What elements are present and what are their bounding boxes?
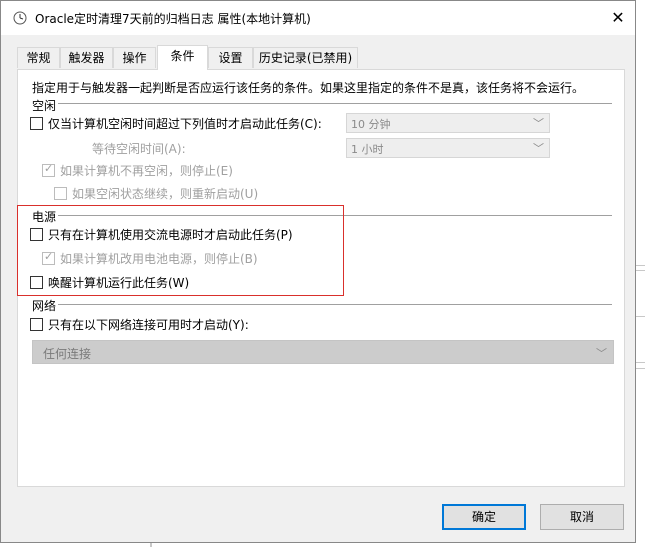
background-divider <box>636 270 645 271</box>
restart-if-idle-label[interactable]: 如果空闲状态继续，则重新启动(U) <box>72 185 258 202</box>
start-if-idle-checkbox[interactable] <box>30 117 43 130</box>
tab-settings[interactable]: 设置 <box>208 47 253 68</box>
chevron-down-icon: ﹀ <box>533 142 544 155</box>
wait-duration-value: 1 小时 <box>351 143 384 156</box>
check-icon: ✓ <box>44 162 54 175</box>
background-divider <box>636 265 645 266</box>
network-connection-value: 任何连接 <box>43 347 92 361</box>
idle-group-divider <box>58 103 612 104</box>
network-group-divider <box>58 304 612 305</box>
clock-icon <box>13 11 27 25</box>
tab-history[interactable]: 历史记录(已禁用) <box>253 47 358 68</box>
idle-group-label: 空闲 <box>32 99 57 113</box>
chevron-down-icon: ﹀ <box>596 347 607 360</box>
close-button[interactable]: ✕ <box>601 1 635 35</box>
network-connection-select[interactable]: 任何连接 ﹀ <box>32 340 614 364</box>
close-icon: ✕ <box>611 8 625 27</box>
background-divider <box>150 543 152 547</box>
restart-if-idle-checkbox[interactable] <box>54 187 67 200</box>
tab-general[interactable]: 常规 <box>17 47 60 68</box>
background-divider <box>636 368 645 369</box>
cancel-button[interactable]: 取消 <box>540 504 624 530</box>
network-only-checkbox[interactable] <box>30 318 43 331</box>
tab-actions[interactable]: 操作 <box>113 47 156 68</box>
stop-if-not-idle-checkbox[interactable]: ✓ <box>42 162 55 177</box>
window-title: Oracle定时清理7天前的归档日志 属性(本地计算机) <box>35 12 311 26</box>
title-bar: Oracle定时清理7天前的归档日志 属性(本地计算机) ✕ <box>1 1 635 35</box>
task-properties-dialog: Oracle定时清理7天前的归档日志 属性(本地计算机) ✕ 常规 触发器 操作… <box>0 0 636 543</box>
ok-button[interactable]: 确定 <box>442 504 526 530</box>
wait-idle-label: 等待空闲时间(A): <box>92 142 186 156</box>
chevron-down-icon: ﹀ <box>533 117 544 130</box>
tab-triggers[interactable]: 触发器 <box>60 47 113 68</box>
stop-if-not-idle-label[interactable]: 如果计算机不再空闲，则停止(E) <box>60 162 233 179</box>
idle-duration-select[interactable]: 10 分钟 ﹀ <box>346 113 550 133</box>
idle-duration-value: 10 分钟 <box>351 118 391 131</box>
network-group-label: 网络 <box>32 299 57 313</box>
background-divider <box>636 316 645 317</box>
wait-duration-select[interactable]: 1 小时 ﹀ <box>346 138 550 158</box>
tab-conditions[interactable]: 条件 <box>157 45 208 70</box>
network-only-label[interactable]: 只有在以下网络连接可用时才启动(Y): <box>48 316 249 333</box>
background-divider <box>636 362 645 363</box>
highlight-annotation-box <box>17 205 344 296</box>
conditions-description: 指定用于与触发器一起判断是否应运行该任务的条件。如果这里指定的条件不是真，该任务… <box>32 81 585 95</box>
start-if-idle-label[interactable]: 仅当计算机空闲时间超过下列值时才启动此任务(C): <box>48 115 322 132</box>
